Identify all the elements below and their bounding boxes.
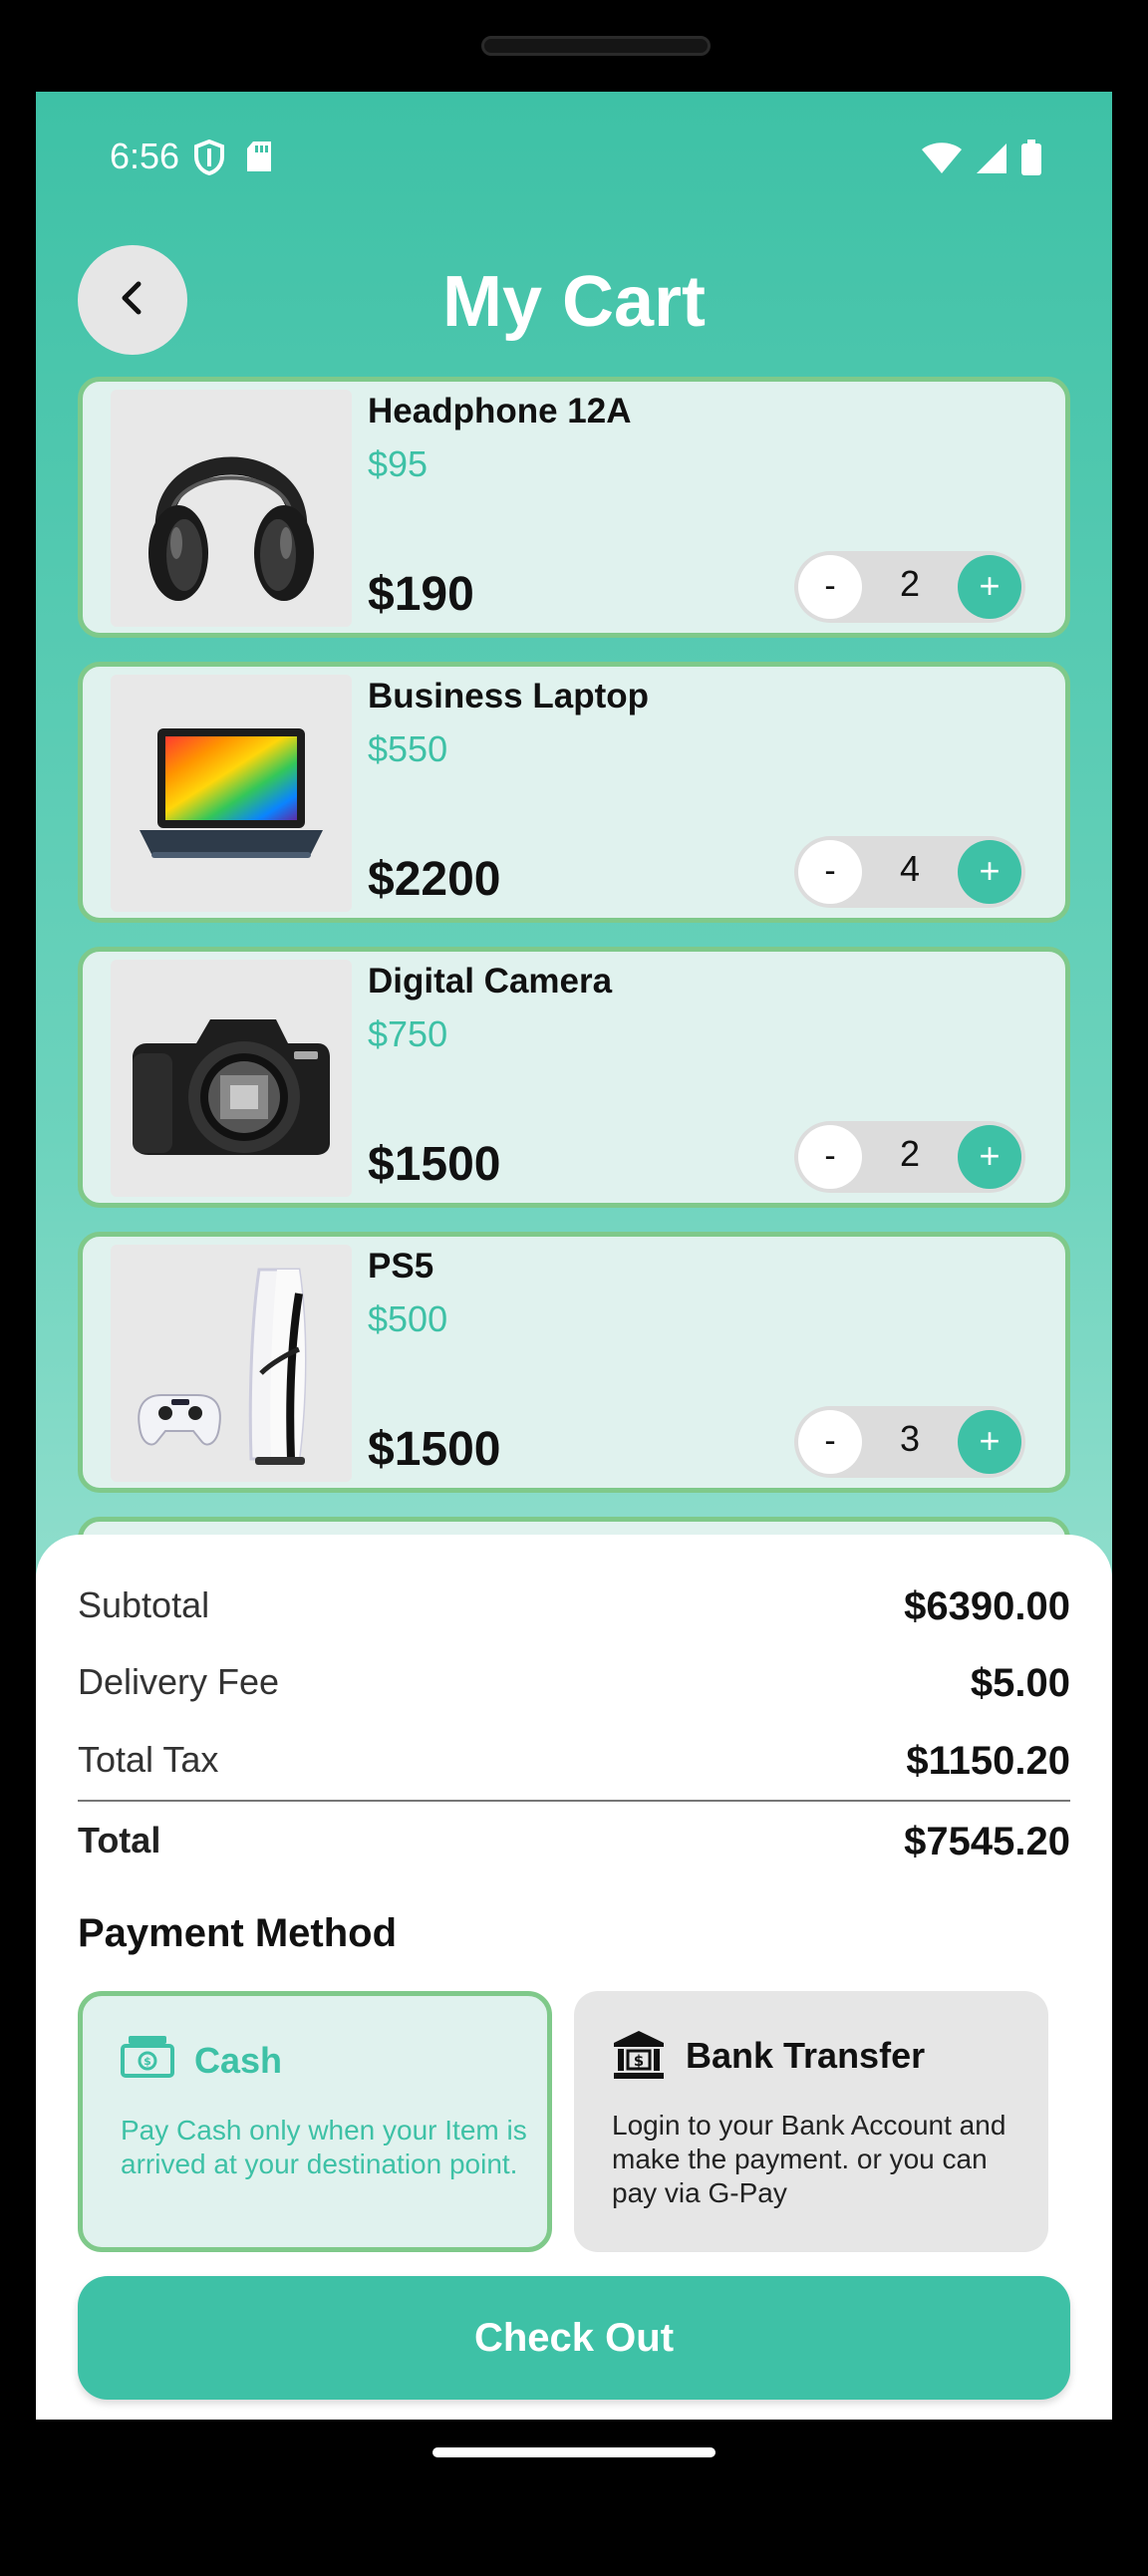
increase-quantity-button[interactable]: + [958, 1125, 1021, 1189]
decrease-quantity-button[interactable]: - [798, 1125, 862, 1189]
payment-method-heading: Payment Method [78, 1911, 398, 1955]
status-left-icons [193, 139, 273, 180]
cellular-icon [975, 142, 1008, 180]
svg-text:$: $ [634, 2052, 644, 2070]
product-image-console [111, 1245, 352, 1482]
cart-item[interactable]: PS5 $500 $1500 - 3 + [78, 1232, 1070, 1493]
item-name: Digital Camera [368, 962, 613, 1001]
status-time: 6:56 [110, 136, 180, 176]
item-unit-price: $750 [368, 1013, 448, 1054]
item-name: PS5 [368, 1247, 434, 1286]
product-image-camera [111, 960, 352, 1197]
app-screen: 6:56 My Cart Headphone 12A $95 $190 - 2 … [36, 92, 1112, 2420]
quantity-stepper: - 2 + [794, 1121, 1025, 1193]
item-total-price: $2200 [368, 853, 501, 906]
tax-label: Total Tax [78, 1739, 219, 1780]
decrease-quantity-button[interactable]: - [798, 1410, 862, 1474]
cash-option-title: Cash [194, 2040, 283, 2081]
order-summary-sheet: Subtotal $6390.00 Delivery Fee $5.00 Tot… [36, 1535, 1112, 2420]
quantity-value: 2 [899, 563, 921, 604]
delivery-fee-label: Delivery Fee [78, 1661, 280, 1702]
bank-icon: $ [612, 2029, 666, 2086]
item-name: Headphone 12A [368, 392, 632, 430]
tax-value: $1150.20 [906, 1739, 1070, 1783]
page-title: My Cart [441, 262, 707, 342]
cart-item[interactable]: Headphone 12A $95 $190 - 2 + [78, 377, 1070, 638]
item-unit-price: $95 [368, 443, 429, 484]
increase-quantity-button[interactable]: + [958, 555, 1021, 619]
home-indicator[interactable] [432, 2447, 716, 2457]
wifi-icon [921, 142, 963, 180]
increase-quantity-button[interactable]: + [958, 1410, 1021, 1474]
decrease-quantity-button[interactable]: - [798, 555, 862, 619]
subtotal-value: $6390.00 [904, 1584, 1070, 1628]
quantity-stepper: - 3 + [794, 1406, 1025, 1478]
tax-row: Total Tax $1150.20 [78, 1739, 1070, 1799]
delivery-fee-value: $5.00 [970, 1661, 1070, 1705]
item-name: Business Laptop [368, 677, 649, 716]
item-unit-price: $500 [368, 1298, 448, 1339]
earpiece-speaker [481, 36, 711, 56]
increase-quantity-button[interactable]: + [958, 840, 1021, 904]
battery-icon [1020, 140, 1042, 180]
bank-transfer-option-description: Login to your Bank Account and make the … [612, 2110, 1006, 2208]
total-label: Total [78, 1820, 161, 1860]
quantity-value: 4 [899, 848, 921, 889]
delivery-fee-row: Delivery Fee $5.00 [78, 1661, 1070, 1721]
svg-text:$: $ [144, 2055, 151, 2068]
sd-card-icon [245, 140, 273, 180]
payment-option-cash[interactable]: $ Cash Pay Cash only when your Item is a… [78, 1991, 552, 2252]
cart-item[interactable]: Digital Camera $750 $1500 - 2 + [78, 947, 1070, 1208]
item-total-price: $190 [368, 568, 474, 621]
item-total-price: $1500 [368, 1423, 501, 1476]
status-bar: 6:56 [36, 92, 1112, 221]
cash-icon: $ [121, 2034, 174, 2083]
total-row: Total $7545.20 [78, 1820, 1070, 1879]
subtotal-row: Subtotal $6390.00 [78, 1584, 1070, 1644]
quantity-stepper: - 4 + [794, 836, 1025, 908]
total-value: $7545.20 [904, 1820, 1070, 1863]
product-image-headphones [111, 390, 352, 627]
payment-option-bank-transfer[interactable]: $ Bank Transfer Login to your Bank Accou… [574, 1991, 1048, 2252]
quantity-stepper: - 2 + [794, 551, 1025, 623]
summary-divider [78, 1800, 1070, 1802]
cash-option-description: Pay Cash only when your Item is arrived … [121, 2115, 527, 2179]
subtotal-label: Subtotal [78, 1584, 210, 1625]
item-total-price: $1500 [368, 1138, 501, 1191]
phone-frame: 6:56 My Cart Headphone 12A $95 $190 - 2 … [0, 0, 1148, 2576]
cart-item[interactable]: Business Laptop $550 $2200 - 4 + [78, 662, 1070, 923]
bank-transfer-option-title: Bank Transfer [686, 2035, 926, 2076]
shield-icon [193, 139, 225, 180]
decrease-quantity-button[interactable]: - [798, 840, 862, 904]
quantity-value: 2 [899, 1133, 921, 1174]
quantity-value: 3 [899, 1418, 921, 1459]
checkout-button[interactable]: Check Out [78, 2276, 1070, 2400]
item-unit-price: $550 [368, 728, 448, 769]
product-image-laptop [111, 675, 352, 912]
status-right-icons [921, 140, 1042, 180]
